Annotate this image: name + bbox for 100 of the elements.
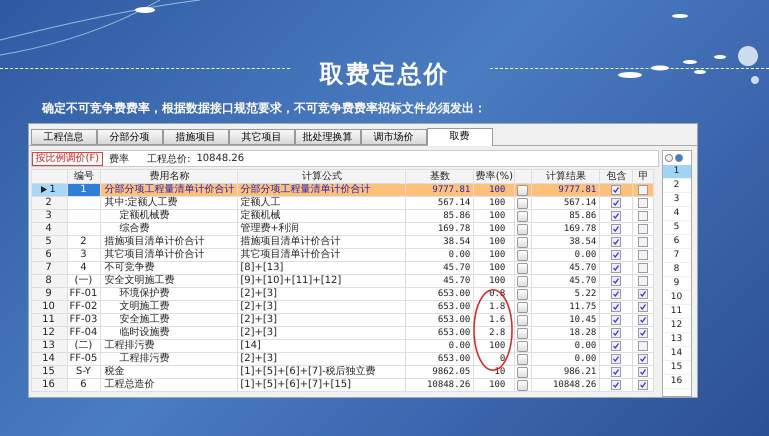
checkbox[interactable] — [610, 198, 621, 208]
tab[interactable]: 调市场价 — [360, 129, 426, 145]
picker-button[interactable] — [517, 340, 528, 352]
checkbox[interactable] — [638, 211, 648, 221]
table-cell: 85.86 — [406, 210, 474, 222]
checkbox[interactable] — [610, 185, 621, 195]
picker-button[interactable] — [517, 366, 528, 378]
checkbox[interactable] — [638, 276, 648, 286]
checkbox[interactable] — [638, 328, 648, 338]
scale-price-button[interactable]: 按比例调价(F) — [32, 152, 104, 166]
checkbox[interactable] — [638, 198, 648, 208]
checkbox[interactable] — [638, 185, 648, 195]
checkbox[interactable] — [610, 302, 621, 312]
checkbox[interactable] — [610, 276, 621, 286]
side-row[interactable]: 2 — [662, 179, 690, 193]
picker-button[interactable] — [517, 236, 528, 248]
row-header[interactable]: 3 — [31, 210, 67, 222]
checkbox[interactable] — [638, 250, 648, 260]
side-row[interactable]: 8 — [662, 263, 690, 277]
checkbox[interactable] — [638, 354, 648, 364]
row-header[interactable]: 9 — [31, 288, 67, 300]
checkbox[interactable] — [610, 250, 621, 260]
picker-button[interactable] — [517, 262, 528, 274]
side-row[interactable]: 5 — [662, 221, 690, 235]
slide-subtitle: 确定不可竞争费费率，根据数据接口规范要求，不可竞争费费率招标文件必须发出： — [42, 100, 486, 117]
checkbox[interactable] — [638, 302, 648, 312]
side-row[interactable]: 4 — [662, 207, 690, 221]
radio-button[interactable] — [674, 154, 682, 162]
table-cell: 1 — [67, 184, 101, 196]
slide-title: 取费定总价 — [320, 59, 450, 90]
row-header[interactable]: 5 — [31, 236, 67, 248]
side-row[interactable]: 13 — [662, 333, 690, 347]
row-header[interactable]: 8 — [31, 274, 67, 288]
side-row[interactable]: 1 — [662, 165, 690, 179]
checkbox[interactable] — [638, 224, 648, 234]
tab[interactable]: 取费 — [426, 128, 492, 146]
checkbox[interactable] — [610, 224, 621, 234]
tab[interactable]: 工程信息 — [30, 129, 96, 145]
side-row[interactable]: 12 — [662, 319, 690, 333]
row-header[interactable]: 4 — [31, 222, 67, 236]
checkbox[interactable] — [638, 367, 648, 377]
row-header[interactable]: 16 — [31, 378, 67, 392]
row-header[interactable]: 13 — [31, 340, 67, 352]
checkbox[interactable] — [610, 380, 621, 390]
picker-button[interactable] — [517, 198, 528, 208]
tab[interactable]: 分部分项 — [96, 129, 162, 145]
picker-button[interactable] — [517, 224, 528, 234]
side-row[interactable]: 15 — [662, 361, 690, 375]
side-row[interactable]: 7 — [662, 249, 690, 263]
side-row[interactable]: 14 — [662, 347, 690, 361]
picker-button[interactable] — [517, 288, 528, 300]
row-header[interactable]: 14 — [31, 352, 67, 366]
table-cell: 临时设施费 — [100, 326, 238, 340]
checkbox[interactable] — [638, 341, 648, 351]
picker-button[interactable] — [517, 276, 528, 286]
table-cell: 100 — [474, 248, 515, 262]
checkbox[interactable] — [638, 263, 648, 273]
row-header[interactable]: 1 — [31, 184, 67, 196]
checkbox[interactable] — [610, 211, 621, 221]
row-header[interactable]: 10 — [31, 300, 67, 314]
side-row[interactable]: 6 — [662, 235, 690, 249]
row-header[interactable]: 6 — [31, 248, 67, 262]
checkbox[interactable] — [610, 341, 621, 351]
picker-button[interactable] — [517, 328, 528, 338]
picker-button[interactable] — [517, 210, 528, 222]
table-cell: 45.70 — [532, 262, 600, 274]
side-row[interactable]: 16 — [662, 375, 690, 389]
checkbox[interactable] — [610, 263, 621, 273]
checkbox[interactable] — [610, 289, 621, 299]
picker-button[interactable] — [517, 302, 528, 312]
side-row[interactable]: 10 — [662, 291, 690, 305]
row-header[interactable]: 2 — [31, 196, 67, 210]
picker-button[interactable] — [517, 380, 528, 390]
picker-button[interactable] — [517, 250, 528, 260]
checkbox[interactable] — [610, 315, 621, 325]
checkbox[interactable] — [610, 237, 621, 247]
picker-button[interactable] — [517, 314, 528, 326]
radio-button[interactable] — [664, 154, 672, 162]
checkbox[interactable] — [610, 367, 621, 377]
checkbox[interactable] — [638, 289, 648, 299]
side-row[interactable]: 11 — [662, 305, 690, 319]
checkbox[interactable] — [638, 380, 648, 390]
row-header[interactable]: 7 — [31, 262, 67, 274]
checkbox[interactable] — [610, 328, 621, 338]
row-header[interactable]: 15 — [31, 366, 67, 378]
row-header[interactable]: 11 — [31, 314, 67, 326]
tab[interactable]: 其它项目 — [228, 129, 294, 145]
checkbox[interactable] — [638, 237, 648, 247]
tab[interactable]: 批处理换算 — [294, 129, 360, 145]
picker-button[interactable] — [517, 184, 528, 196]
table-cell: 2 — [67, 236, 101, 248]
row-header[interactable]: 12 — [31, 326, 67, 340]
tab[interactable]: 措施项目 — [162, 129, 228, 145]
picker-button[interactable] — [517, 354, 528, 364]
checkbox[interactable] — [638, 315, 648, 325]
table-cell: 安全施工费 — [100, 314, 238, 326]
table-cell: 6 — [67, 378, 101, 392]
side-row[interactable]: 3 — [662, 193, 690, 207]
checkbox[interactable] — [610, 354, 621, 364]
side-row[interactable]: 9 — [662, 277, 690, 291]
